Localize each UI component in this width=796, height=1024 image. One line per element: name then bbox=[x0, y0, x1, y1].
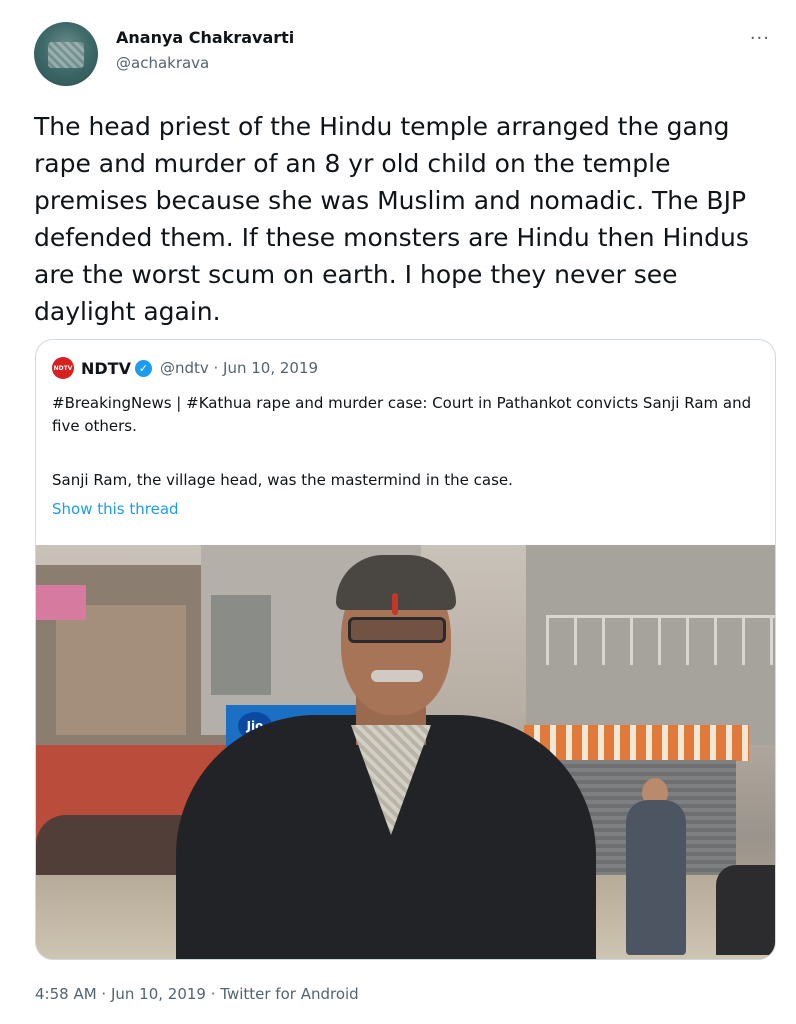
avatar-image bbox=[48, 42, 84, 68]
author-name[interactable]: Ananya Chakravarti bbox=[116, 28, 294, 47]
show-thread-link[interactable]: Show this thread bbox=[52, 500, 179, 518]
photo-bystander bbox=[626, 800, 686, 955]
quoted-author-name[interactable]: NDTV bbox=[81, 359, 131, 378]
tweet-timestamp[interactable]: 4:58 AM · Jun 10, 2019 · Twitter for And… bbox=[35, 985, 359, 1003]
quoted-handle-date: @ndtv · Jun 10, 2019 bbox=[159, 359, 319, 377]
quoted-tweet[interactable]: NDTV NDTV ✓ @ndtv · Jun 10, 2019 #Breaki… bbox=[35, 339, 776, 960]
tweet-photo[interactable]: Jio bbox=[36, 545, 775, 959]
tweet-text: The head priest of the Hindu temple arra… bbox=[34, 112, 749, 326]
quoted-tweet-text-2: Sanji Ram, the village head, was the mas… bbox=[52, 471, 513, 489]
author-handle[interactable]: @achakrava bbox=[116, 54, 209, 72]
quoted-tweet-header: NDTV NDTV ✓ @ndtv · Jun 10, 2019 bbox=[52, 357, 318, 379]
photo-building-facade bbox=[56, 605, 186, 735]
tweet-header: Ananya Chakravarti @achakrava ··· bbox=[34, 22, 774, 88]
quoted-tweet-text: #BreakingNews | #Kathua rape and murder … bbox=[52, 394, 752, 435]
photo-man-tilak bbox=[392, 593, 398, 615]
ndtv-logo-icon[interactable]: NDTV bbox=[52, 357, 74, 379]
more-icon[interactable]: ··· bbox=[750, 28, 770, 49]
verified-badge-icon: ✓ bbox=[134, 359, 152, 377]
avatar[interactable] bbox=[34, 22, 98, 86]
photo-man-moustache bbox=[371, 670, 423, 682]
photo-awning bbox=[524, 725, 749, 761]
photo-railing bbox=[546, 615, 775, 665]
photo-motorbike-right bbox=[716, 865, 775, 955]
photo-shutter bbox=[211, 595, 271, 695]
photo-man-glasses bbox=[348, 617, 446, 643]
ndtv-logo-text: NDTV bbox=[53, 364, 73, 372]
photo-sign bbox=[36, 585, 86, 620]
